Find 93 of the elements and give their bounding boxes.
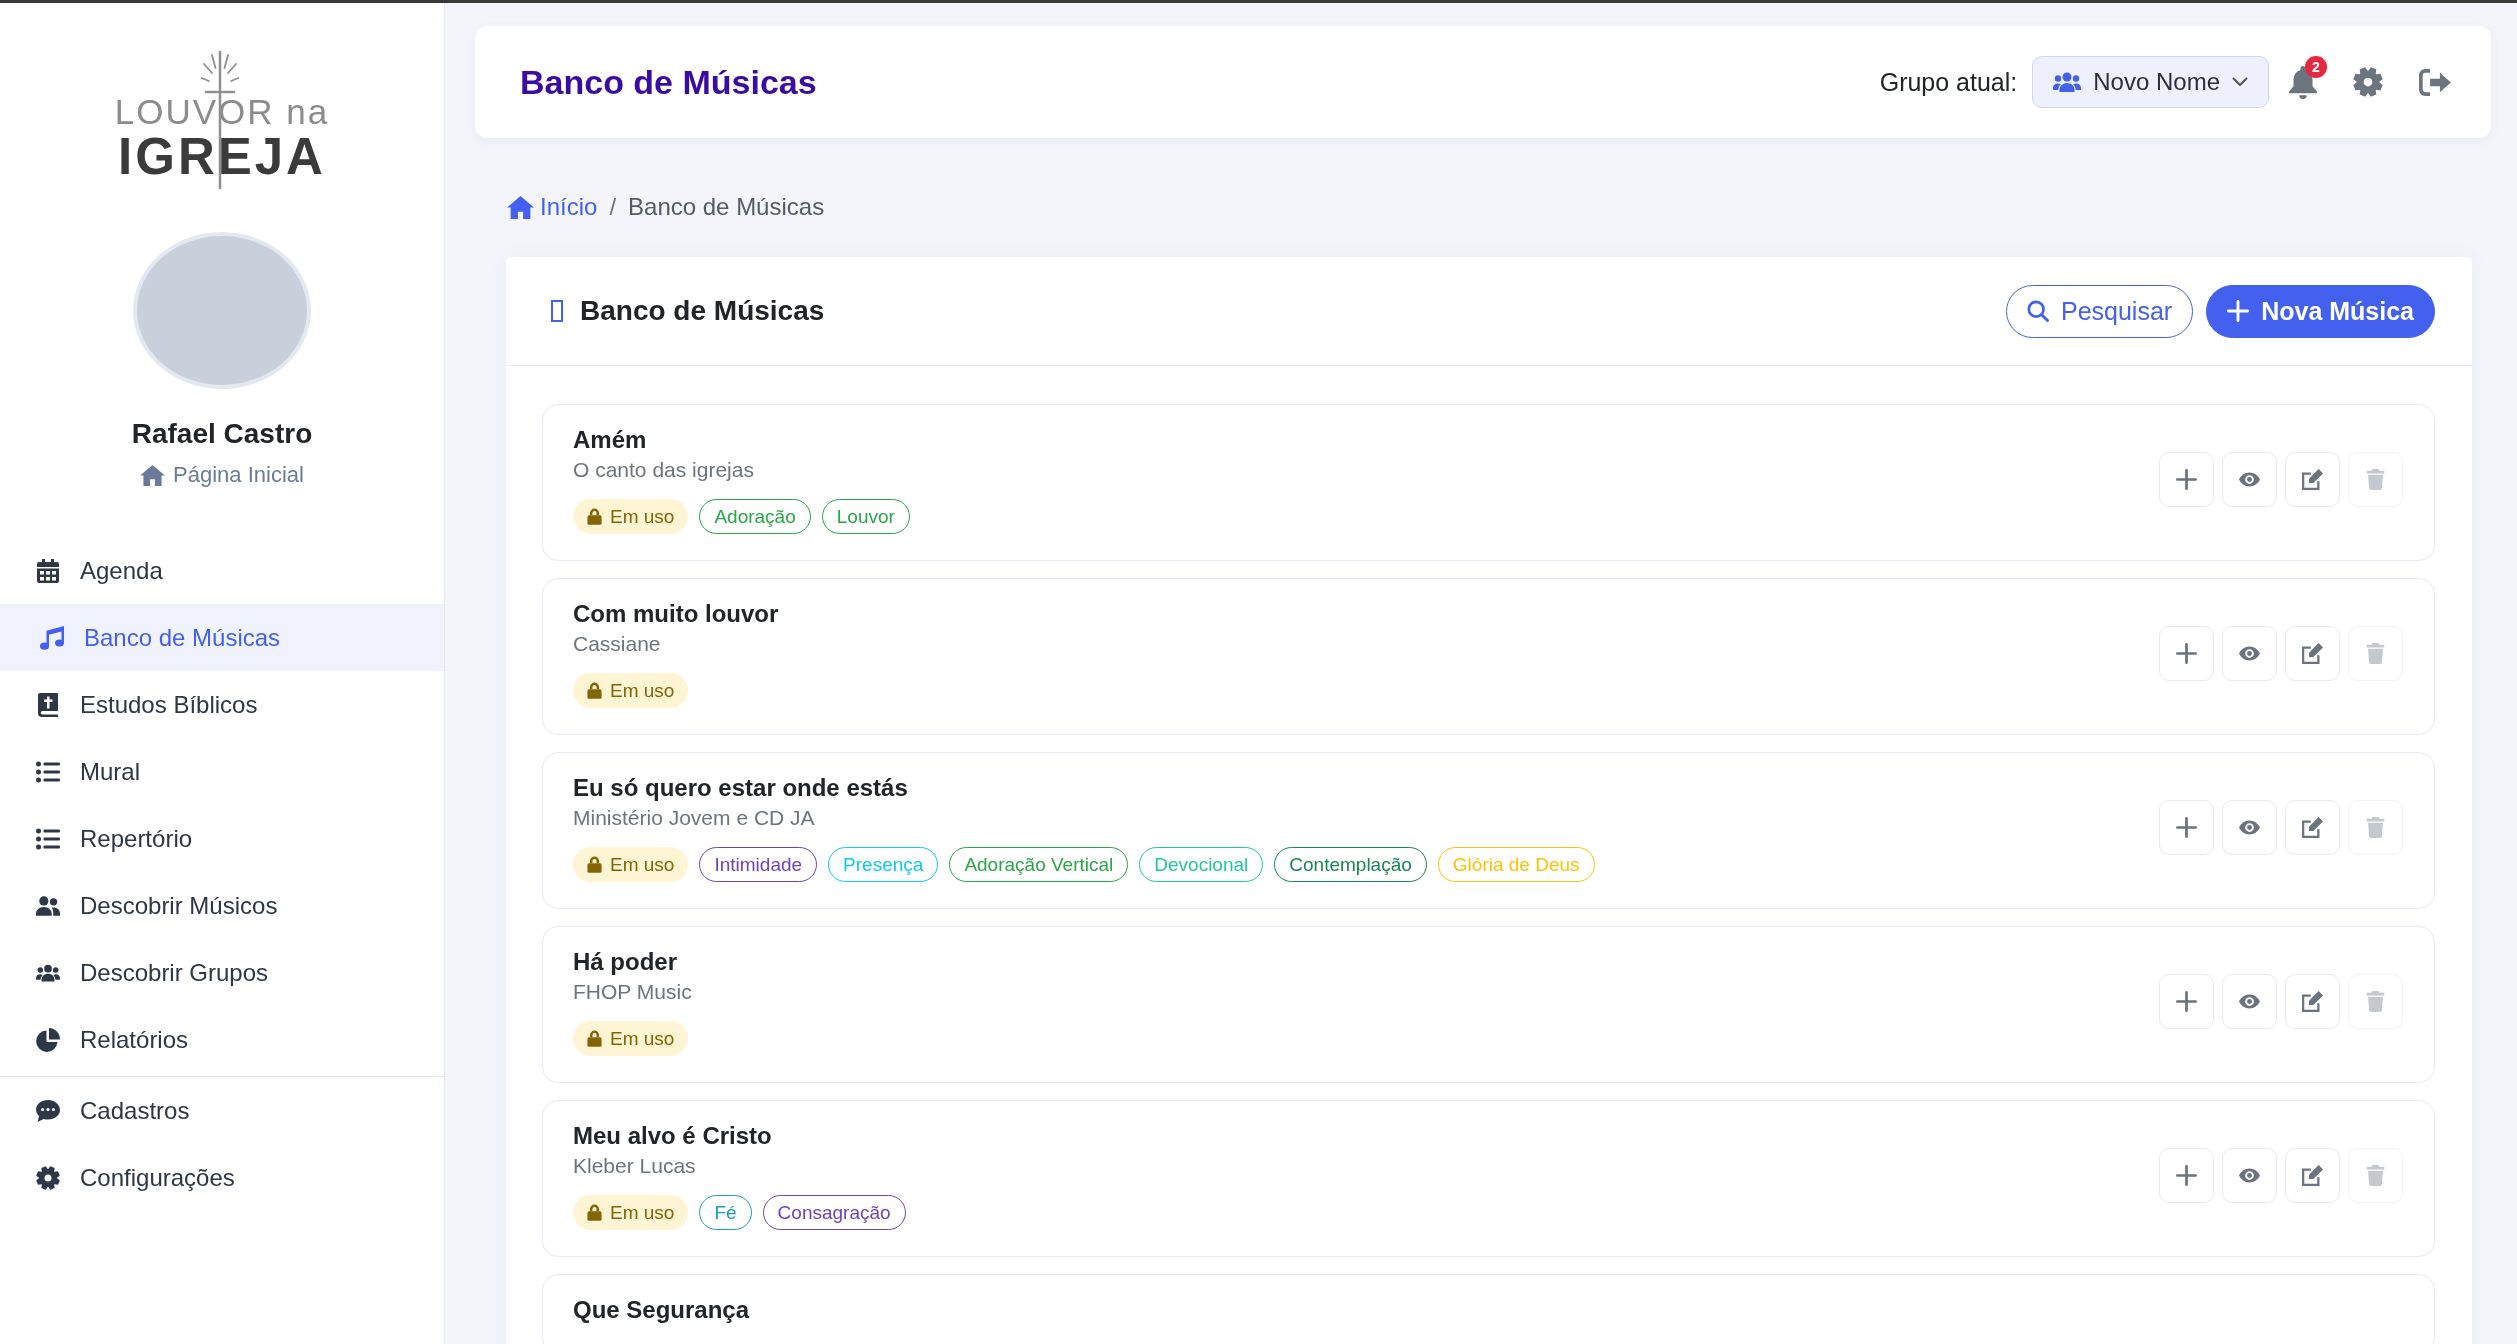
- search-icon: [2027, 300, 2049, 322]
- edit-icon: [2302, 642, 2323, 664]
- panel-title: Banco de Músicas: [580, 295, 825, 327]
- edit-button[interactable]: [2285, 1147, 2340, 1203]
- view-button[interactable]: [2222, 973, 2277, 1029]
- trash-icon: [2365, 642, 2386, 664]
- trash-icon: [2365, 1164, 2386, 1186]
- sidebar-item[interactable]: Mural: [0, 738, 444, 805]
- edit-button[interactable]: [2285, 625, 2340, 681]
- add-button[interactable]: [2159, 1147, 2214, 1203]
- chat-bubble-icon: [36, 1098, 60, 1123]
- home-icon: [140, 464, 166, 486]
- song-title: Eu só quero estar onde estás: [573, 774, 909, 802]
- add-button[interactable]: [2159, 799, 2214, 855]
- song-artist: Ministério Jovem e CD JA: [573, 805, 816, 831]
- edit-icon: [2302, 1164, 2323, 1186]
- gear-icon: [2353, 67, 2383, 97]
- user-name: Rafael Castro: [131, 417, 313, 451]
- song-title: Que Segurança: [573, 1296, 751, 1324]
- trash-icon: [2365, 468, 2386, 490]
- plus-icon: [2176, 642, 2197, 664]
- group-dropdown[interactable]: Novo Nome: [2032, 56, 2269, 108]
- page-title: Banco de Músicas: [520, 62, 817, 102]
- song-title: Amém: [573, 426, 648, 454]
- add-button[interactable]: [2159, 625, 2214, 681]
- sidebar-item[interactable]: Relatórios: [0, 1006, 444, 1073]
- new-song-button[interactable]: Nova Música: [2206, 284, 2435, 338]
- sidebar-item[interactable]: Repertório: [0, 805, 444, 872]
- music-note-icon: [40, 625, 64, 650]
- trash-icon: [2365, 816, 2386, 838]
- lock-icon: [587, 508, 602, 525]
- plus-icon: [2176, 816, 2197, 838]
- lock-icon: [587, 1030, 602, 1047]
- add-button[interactable]: [2159, 451, 2214, 507]
- view-button[interactable]: [2222, 451, 2277, 507]
- plus-icon: [2176, 468, 2197, 490]
- song-title: Há poder: [573, 948, 678, 976]
- edit-button[interactable]: [2285, 451, 2340, 507]
- settings-button[interactable]: [2353, 67, 2383, 97]
- edit-icon: [2302, 990, 2323, 1012]
- plus-icon: [2227, 300, 2250, 322]
- home-icon: [507, 195, 534, 219]
- song-title: Meu alvo é Cristo: [573, 1122, 773, 1150]
- sidebar-item[interactable]: Estudos Bíblicos: [0, 671, 444, 738]
- view-button[interactable]: [2222, 799, 2277, 855]
- group-icon: [2053, 72, 2082, 92]
- plus-icon: [2176, 990, 2197, 1012]
- song-title: Com muito louvor: [573, 600, 780, 628]
- status-label: Em uso: [610, 1027, 675, 1050]
- sidebar-item[interactable]: Descobrir Grupos: [0, 939, 444, 1006]
- sidebar-item[interactable]: Descobrir Músicos: [0, 872, 444, 939]
- breadcrumb-separator: /: [609, 192, 617, 222]
- logout-icon: [2419, 68, 2451, 96]
- edit-icon: [2302, 468, 2323, 490]
- lock-icon: [587, 1204, 602, 1221]
- pie-chart-icon: [36, 1027, 60, 1052]
- logout-button[interactable]: [2419, 68, 2451, 96]
- list-icon: [36, 826, 60, 851]
- status-label: Em uso: [610, 1201, 675, 1224]
- notification-badge: 2: [2305, 55, 2327, 78]
- song-artist: Cassiane: [573, 631, 662, 657]
- lock-icon: [587, 856, 602, 873]
- list-icon: [36, 759, 60, 784]
- song-artist: FHOP Music: [573, 979, 693, 1005]
- sidebar-item[interactable]: Banco de Músicas: [0, 604, 444, 671]
- status-label: Em uso: [610, 679, 675, 702]
- search-button[interactable]: Pesquisar: [2006, 284, 2194, 338]
- sidebar-item[interactable]: Cadastros: [0, 1077, 444, 1144]
- view-button[interactable]: [2222, 1147, 2277, 1203]
- song-artist: Kleber Lucas: [573, 1153, 697, 1179]
- calendar-icon: [36, 558, 60, 583]
- lock-icon: [587, 682, 602, 699]
- bible-icon: [36, 692, 60, 717]
- breadcrumb-current: Banco de Músicas: [628, 192, 825, 222]
- home-link[interactable]: Página Inicial: [140, 460, 304, 490]
- status-label: Em uso: [610, 505, 675, 528]
- plus-icon: [2176, 1164, 2197, 1186]
- rectangle-icon: [551, 300, 563, 322]
- view-button[interactable]: [2222, 625, 2277, 681]
- song-artist: O canto das igrejas: [573, 457, 755, 483]
- chevron-down-icon: [2232, 77, 2248, 87]
- gear-icon: [36, 1165, 60, 1190]
- sidebar-item[interactable]: Configurações: [0, 1144, 444, 1211]
- breadcrumb-link[interactable]: Início: [507, 191, 598, 223]
- sidebar-item[interactable]: Agenda: [0, 537, 444, 604]
- edit-button[interactable]: [2285, 973, 2340, 1029]
- users-icon: [36, 893, 60, 918]
- edit-button[interactable]: [2285, 799, 2340, 855]
- edit-icon: [2302, 816, 2323, 838]
- trash-icon: [2365, 990, 2386, 1012]
- group-label: Grupo atual:: [1879, 67, 2018, 97]
- add-button[interactable]: [2159, 973, 2214, 1029]
- status-label: Em uso: [610, 853, 675, 876]
